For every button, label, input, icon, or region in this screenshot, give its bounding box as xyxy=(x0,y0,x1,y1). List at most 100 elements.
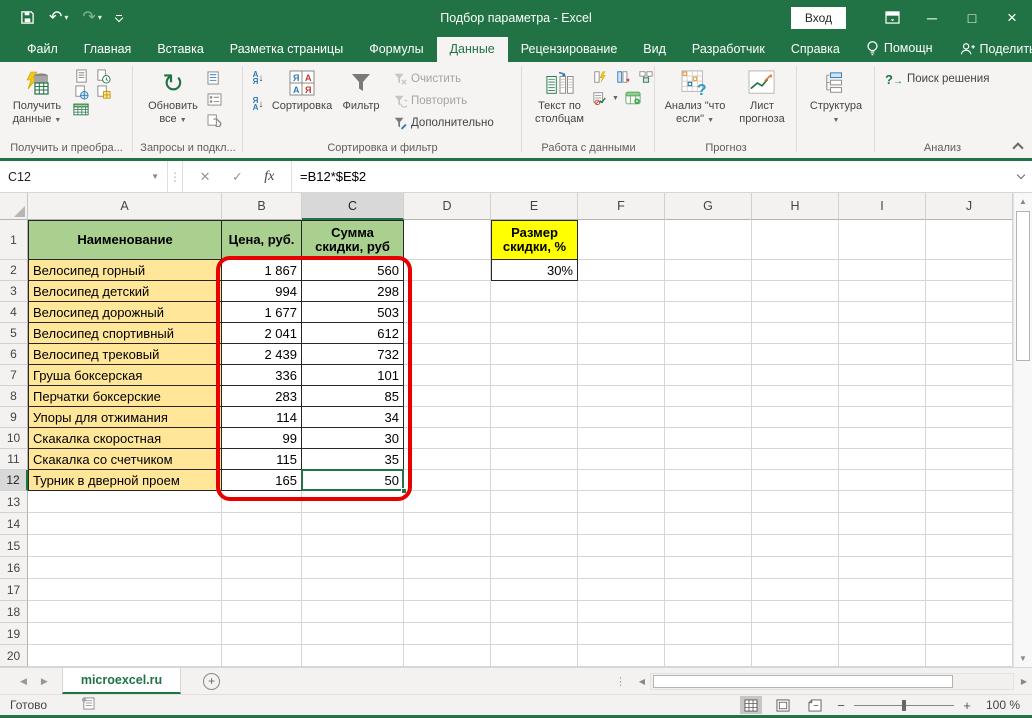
cell-G19[interactable] xyxy=(665,623,752,645)
cell-E7[interactable] xyxy=(491,365,578,386)
row-header-3[interactable]: 3 xyxy=(0,281,28,302)
cell-J18[interactable] xyxy=(926,601,1013,623)
cell-A17[interactable] xyxy=(28,579,222,601)
cell-H12[interactable] xyxy=(752,470,839,491)
vertical-scroll-thumb[interactable] xyxy=(1016,211,1030,361)
cell-E10[interactable] xyxy=(491,428,578,449)
cell-E13[interactable] xyxy=(491,491,578,513)
cell-E15[interactable] xyxy=(491,535,578,557)
consolidate-icon[interactable] xyxy=(637,69,655,85)
cell-B15[interactable] xyxy=(222,535,302,557)
minimize-button[interactable]: ─ xyxy=(912,0,952,35)
tab-главная[interactable]: Главная xyxy=(71,37,145,62)
cell-I18[interactable] xyxy=(839,601,926,623)
cell-J11[interactable] xyxy=(926,449,1013,470)
name-box[interactable]: C12 ▼ xyxy=(0,161,168,192)
cell-F15[interactable] xyxy=(578,535,665,557)
cell-A2[interactable]: Велосипед горный xyxy=(28,260,222,281)
cell-B8[interactable]: 283 xyxy=(222,386,302,407)
cell-H16[interactable] xyxy=(752,557,839,579)
cell-B20[interactable] xyxy=(222,645,302,667)
existing-connections-icon[interactable] xyxy=(72,101,90,117)
relationships-icon[interactable] xyxy=(624,90,642,106)
cell-C4[interactable]: 503 xyxy=(302,302,404,323)
row-header-18[interactable]: 18 xyxy=(0,601,28,623)
cell-J4[interactable] xyxy=(926,302,1013,323)
zoom-out-button[interactable]: − xyxy=(836,698,846,713)
cell-G15[interactable] xyxy=(665,535,752,557)
cell-E2[interactable]: 30% xyxy=(491,260,578,281)
undo-caret-icon[interactable]: ▾ xyxy=(64,13,68,22)
cell-C7[interactable]: 101 xyxy=(302,365,404,386)
sheet-tab-active[interactable]: microexcel.ru xyxy=(62,668,181,694)
cell-D4[interactable] xyxy=(404,302,491,323)
clear-filter-button[interactable]: Очистить xyxy=(393,68,494,90)
cell-F8[interactable] xyxy=(578,386,665,407)
scroll-down-icon[interactable]: ▼ xyxy=(1014,650,1032,667)
solver-button[interactable]: ?→ Поиск решения xyxy=(885,68,989,90)
row-header-17[interactable]: 17 xyxy=(0,579,28,601)
cell-D8[interactable] xyxy=(404,386,491,407)
cell-D11[interactable] xyxy=(404,449,491,470)
insert-function-icon[interactable]: fx xyxy=(264,169,274,185)
row-header-2[interactable]: 2 xyxy=(0,260,28,281)
cell-D6[interactable] xyxy=(404,344,491,365)
cell-I6[interactable] xyxy=(839,344,926,365)
tab-справка[interactable]: Справка xyxy=(778,37,853,62)
cell-D17[interactable] xyxy=(404,579,491,601)
redo-button[interactable]: ↷ ▾ xyxy=(82,10,101,26)
flash-fill-icon[interactable] xyxy=(591,69,609,85)
row-header-8[interactable]: 8 xyxy=(0,386,28,407)
from-text-csv-icon[interactable] xyxy=(72,68,90,84)
cell-J5[interactable] xyxy=(926,323,1013,344)
cell-D14[interactable] xyxy=(404,513,491,535)
cell-C5[interactable]: 612 xyxy=(302,323,404,344)
cell-H3[interactable] xyxy=(752,281,839,302)
view-page-break-button[interactable] xyxy=(804,696,826,714)
cell-C12[interactable]: 50 xyxy=(302,470,404,491)
cell-A11[interactable]: Скакалка со счетчиком xyxy=(28,449,222,470)
cell-H10[interactable] xyxy=(752,428,839,449)
cell-I2[interactable] xyxy=(839,260,926,281)
cell-D16[interactable] xyxy=(404,557,491,579)
cell-I15[interactable] xyxy=(839,535,926,557)
horizontal-scrollbar[interactable]: ⋮ ◀ ▶ xyxy=(615,671,1032,691)
cell-G18[interactable] xyxy=(665,601,752,623)
cell-E1[interactable]: Размер скидки, % xyxy=(491,220,578,260)
cell-C9[interactable]: 34 xyxy=(302,407,404,428)
cell-H13[interactable] xyxy=(752,491,839,513)
cell-E11[interactable] xyxy=(491,449,578,470)
text-to-columns-button[interactable]: Текст по столбцам xyxy=(528,66,591,128)
scrollbar-resize-handle[interactable]: ⋮ xyxy=(615,675,626,688)
cell-C2[interactable]: 560 xyxy=(302,260,404,281)
cell-E9[interactable] xyxy=(491,407,578,428)
cell-B9[interactable]: 114 xyxy=(222,407,302,428)
cell-G11[interactable] xyxy=(665,449,752,470)
cell-J20[interactable] xyxy=(926,645,1013,667)
collapse-ribbon-icon[interactable] xyxy=(1012,142,1023,153)
undo-button[interactable]: ↶ ▾ xyxy=(49,10,68,26)
get-data-button[interactable]: Получить данные ▼ xyxy=(6,66,68,129)
cell-C16[interactable] xyxy=(302,557,404,579)
fill-handle[interactable] xyxy=(401,488,407,494)
queries-connections-icon[interactable] xyxy=(205,70,223,86)
row-header-10[interactable]: 10 xyxy=(0,428,28,449)
from-table-range-icon[interactable] xyxy=(94,84,112,100)
view-page-layout-button[interactable] xyxy=(772,696,794,714)
cell-H5[interactable] xyxy=(752,323,839,344)
enter-icon[interactable]: ✓ xyxy=(232,169,243,185)
column-header-F[interactable]: F xyxy=(578,193,665,220)
cell-B11[interactable]: 115 xyxy=(222,449,302,470)
cell-E18[interactable] xyxy=(491,601,578,623)
cell-B14[interactable] xyxy=(222,513,302,535)
cell-C18[interactable] xyxy=(302,601,404,623)
cell-C10[interactable]: 30 xyxy=(302,428,404,449)
customize-qat-button[interactable] xyxy=(116,15,122,21)
cell-C14[interactable] xyxy=(302,513,404,535)
column-header-J[interactable]: J xyxy=(926,193,1013,220)
cell-G10[interactable] xyxy=(665,428,752,449)
sign-in-button[interactable]: Вход xyxy=(791,7,846,29)
cell-H19[interactable] xyxy=(752,623,839,645)
tab-формулы[interactable]: Формулы xyxy=(356,37,436,62)
cell-H20[interactable] xyxy=(752,645,839,667)
